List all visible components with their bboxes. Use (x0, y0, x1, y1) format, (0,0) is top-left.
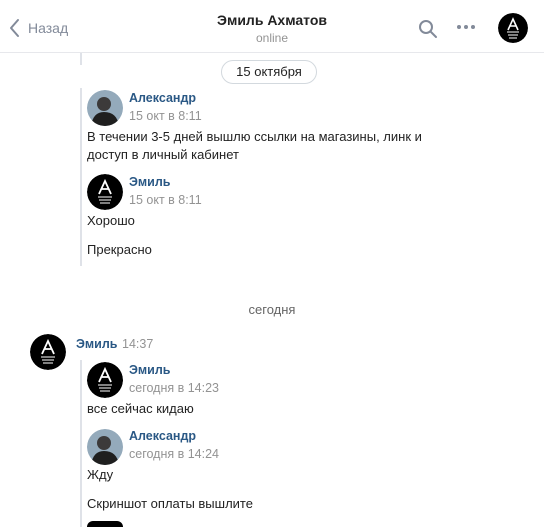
message-time[interactable]: 15 окт в 8:11 (129, 109, 202, 123)
message-text: доступ в личный кабинет (87, 147, 239, 162)
avatar-alexander[interactable] (87, 90, 123, 126)
message-text: все сейчас кидаю (87, 401, 194, 416)
message-text: Прекрасно (87, 242, 152, 257)
forward-line (80, 360, 82, 527)
search-icon (419, 20, 437, 38)
search-button[interactable] (418, 19, 438, 44)
avatar-emil[interactable] (87, 362, 123, 398)
header-avatar[interactable] (498, 13, 528, 43)
avatar-emil[interactable] (87, 521, 123, 527)
avatar-emil[interactable] (87, 174, 123, 210)
author-name[interactable]: Эмиль (76, 337, 117, 351)
author-name[interactable]: Александр (129, 429, 196, 443)
author-name[interactable]: Эмиль (129, 363, 170, 377)
author-name[interactable]: Эмиль (129, 175, 170, 189)
chat-header: Назад Эмиль Ахматов online (0, 0, 544, 53)
avatar-alexander[interactable] (87, 429, 123, 465)
date-pill[interactable]: 15 октября (221, 60, 317, 84)
message-text: Хорошо (87, 213, 135, 228)
more-icon (457, 25, 461, 29)
message-time[interactable]: сегодня в 14:23 (129, 381, 219, 395)
message-time[interactable]: сегодня в 14:24 (129, 447, 219, 461)
message-text: Жду (87, 467, 114, 482)
avatar-emil[interactable] (30, 334, 66, 370)
message-time[interactable]: 14:37 (122, 337, 153, 351)
date-divider: сегодня (248, 302, 296, 317)
more-button[interactable] (457, 25, 475, 29)
message-text: В течении 3-5 дней вышлю ссылки на магаз… (87, 129, 422, 144)
forward-line-top (80, 53, 82, 65)
online-status: online (255, 31, 289, 45)
message-text: Скриншот оплаты вышлите (87, 496, 253, 511)
author-name[interactable]: Александр (129, 91, 196, 105)
forward-line (80, 88, 82, 266)
message-time[interactable]: 15 окт в 8:11 (129, 193, 202, 207)
